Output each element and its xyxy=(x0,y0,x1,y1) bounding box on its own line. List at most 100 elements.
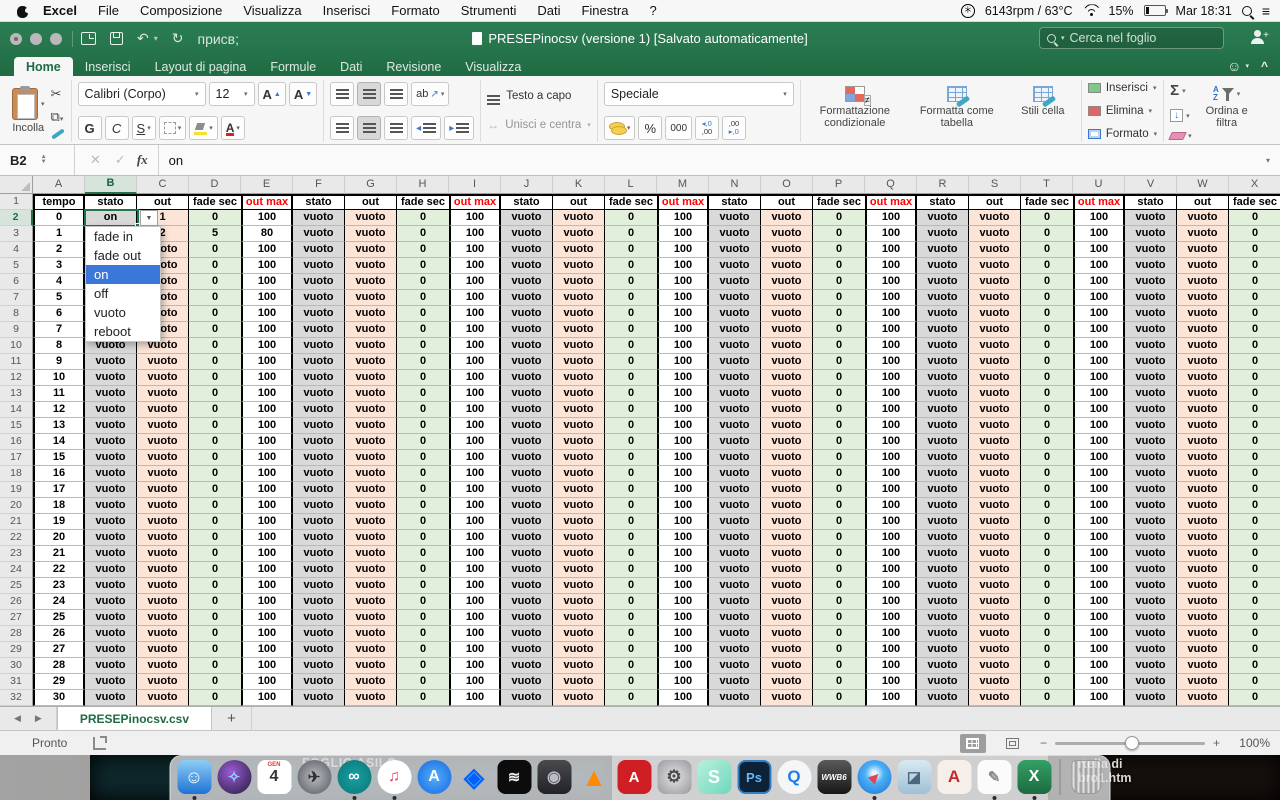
cell-T16[interactable]: 0 xyxy=(1021,434,1073,450)
confirm-entry-icon[interactable]: ✓ xyxy=(115,152,126,168)
cell-D1[interactable]: fade sec xyxy=(189,194,241,210)
cell-X21[interactable]: 0 xyxy=(1229,514,1280,530)
customize-toolbar-icon[interactable]: присв; xyxy=(197,31,239,47)
cell-S22[interactable]: vuoto xyxy=(969,530,1021,546)
cell-G24[interactable]: vuoto xyxy=(345,562,397,578)
cell-C1[interactable]: out xyxy=(137,194,189,210)
cell-V1[interactable]: stato xyxy=(1125,194,1177,210)
cell-G18[interactable]: vuoto xyxy=(345,466,397,482)
cell-A28[interactable]: 26 xyxy=(33,626,85,642)
cell-N25[interactable]: vuoto xyxy=(709,578,761,594)
cell-Q25[interactable]: 100 xyxy=(865,578,917,594)
cell-E30[interactable]: 100 xyxy=(241,658,293,674)
cell-V5[interactable]: vuoto xyxy=(1125,258,1177,274)
cell-E15[interactable]: 100 xyxy=(241,418,293,434)
cell-J30[interactable]: vuoto xyxy=(501,658,553,674)
cell-H31[interactable]: 0 xyxy=(397,674,449,690)
cell-K20[interactable]: vuoto xyxy=(553,498,605,514)
cell-S5[interactable]: vuoto xyxy=(969,258,1021,274)
cell-M5[interactable]: 100 xyxy=(657,258,709,274)
cell-E9[interactable]: 100 xyxy=(241,322,293,338)
cell-K6[interactable]: vuoto xyxy=(553,274,605,290)
cell-N7[interactable]: vuoto xyxy=(709,290,761,306)
cell-R9[interactable]: vuoto xyxy=(917,322,969,338)
menubar-item-inserisci[interactable]: Inserisci xyxy=(323,3,371,18)
cell-E8[interactable]: 100 xyxy=(241,306,293,322)
name-box-spinner[interactable]: ▲ ▼ xyxy=(41,155,47,165)
cell-D8[interactable]: 0 xyxy=(189,306,241,322)
cell-S23[interactable]: vuoto xyxy=(969,546,1021,562)
row-header-5[interactable]: 5 xyxy=(0,258,33,274)
cell-B15[interactable]: vuoto xyxy=(85,418,137,434)
cell-P32[interactable]: 0 xyxy=(813,690,865,706)
cell-G20[interactable]: vuoto xyxy=(345,498,397,514)
cell-O19[interactable]: vuoto xyxy=(761,482,813,498)
cell-G1[interactable]: out xyxy=(345,194,397,210)
cell-S26[interactable]: vuoto xyxy=(969,594,1021,610)
menubar-item-formato[interactable]: Formato xyxy=(391,3,439,18)
cell-P9[interactable]: 0 xyxy=(813,322,865,338)
cell-O30[interactable]: vuoto xyxy=(761,658,813,674)
cell-X4[interactable]: 0 xyxy=(1229,242,1280,258)
cell-C31[interactable]: vuoto xyxy=(137,674,189,690)
cell-X16[interactable]: 0 xyxy=(1229,434,1280,450)
cell-H24[interactable]: 0 xyxy=(397,562,449,578)
cell-M21[interactable]: 100 xyxy=(657,514,709,530)
ribbon-tab-layout-di-pagina[interactable]: Layout di pagina xyxy=(143,57,259,78)
cell-M24[interactable]: 100 xyxy=(657,562,709,578)
cell-V4[interactable]: vuoto xyxy=(1125,242,1177,258)
cell-G13[interactable]: vuoto xyxy=(345,386,397,402)
row-header-6[interactable]: 6 xyxy=(0,274,33,290)
cell-L16[interactable]: 0 xyxy=(605,434,657,450)
cell-K25[interactable]: vuoto xyxy=(553,578,605,594)
cell-S10[interactable]: vuoto xyxy=(969,338,1021,354)
cell-P27[interactable]: 0 xyxy=(813,610,865,626)
cell-K9[interactable]: vuoto xyxy=(553,322,605,338)
cell-V29[interactable]: vuoto xyxy=(1125,642,1177,658)
cell-J18[interactable]: vuoto xyxy=(501,466,553,482)
cell-P3[interactable]: 0 xyxy=(813,226,865,242)
column-header-U[interactable]: U xyxy=(1073,176,1125,194)
cell-L13[interactable]: 0 xyxy=(605,386,657,402)
cell-I26[interactable]: 100 xyxy=(449,594,501,610)
cell-R8[interactable]: vuoto xyxy=(917,306,969,322)
cell-T11[interactable]: 0 xyxy=(1021,354,1073,370)
cell-W9[interactable]: vuoto xyxy=(1177,322,1229,338)
cell-I21[interactable]: 100 xyxy=(449,514,501,530)
cell-M29[interactable]: 100 xyxy=(657,642,709,658)
cell-C21[interactable]: vuoto xyxy=(137,514,189,530)
cell-U28[interactable]: 100 xyxy=(1073,626,1125,642)
cell-I5[interactable]: 100 xyxy=(449,258,501,274)
cell-K22[interactable]: vuoto xyxy=(553,530,605,546)
cell-R15[interactable]: vuoto xyxy=(917,418,969,434)
cell-A19[interactable]: 17 xyxy=(33,482,85,498)
cell-T13[interactable]: 0 xyxy=(1021,386,1073,402)
cell-G17[interactable]: vuoto xyxy=(345,450,397,466)
cell-S6[interactable]: vuoto xyxy=(969,274,1021,290)
column-header-O[interactable]: O xyxy=(761,176,813,194)
cell-E28[interactable]: 100 xyxy=(241,626,293,642)
cell-H10[interactable]: 0 xyxy=(397,338,449,354)
cell-L20[interactable]: 0 xyxy=(605,498,657,514)
undo-dropdown-icon[interactable]: ▾ xyxy=(154,34,158,43)
cell-V2[interactable]: vuoto xyxy=(1125,210,1177,226)
cell-O1[interactable]: out xyxy=(761,194,813,210)
cell-Q13[interactable]: 100 xyxy=(865,386,917,402)
cell-O14[interactable]: vuoto xyxy=(761,402,813,418)
cell-F23[interactable]: vuoto xyxy=(293,546,345,562)
cell-D18[interactable]: 0 xyxy=(189,466,241,482)
cell-J24[interactable]: vuoto xyxy=(501,562,553,578)
cell-G30[interactable]: vuoto xyxy=(345,658,397,674)
cell-O20[interactable]: vuoto xyxy=(761,498,813,514)
column-header-J[interactable]: J xyxy=(501,176,553,194)
cell-Q2[interactable]: 100 xyxy=(865,210,917,226)
cell-I7[interactable]: 100 xyxy=(449,290,501,306)
add-sheet-button[interactable]: + xyxy=(212,707,252,730)
conditional-formatting-button[interactable]: ≠ Formattazione condizionale xyxy=(807,82,903,140)
cell-F19[interactable]: vuoto xyxy=(293,482,345,498)
cell-A1[interactable]: tempo xyxy=(33,194,85,210)
cell-Q7[interactable]: 100 xyxy=(865,290,917,306)
column-header-V[interactable]: V xyxy=(1125,176,1177,194)
cell-S20[interactable]: vuoto xyxy=(969,498,1021,514)
cell-G8[interactable]: vuoto xyxy=(345,306,397,322)
